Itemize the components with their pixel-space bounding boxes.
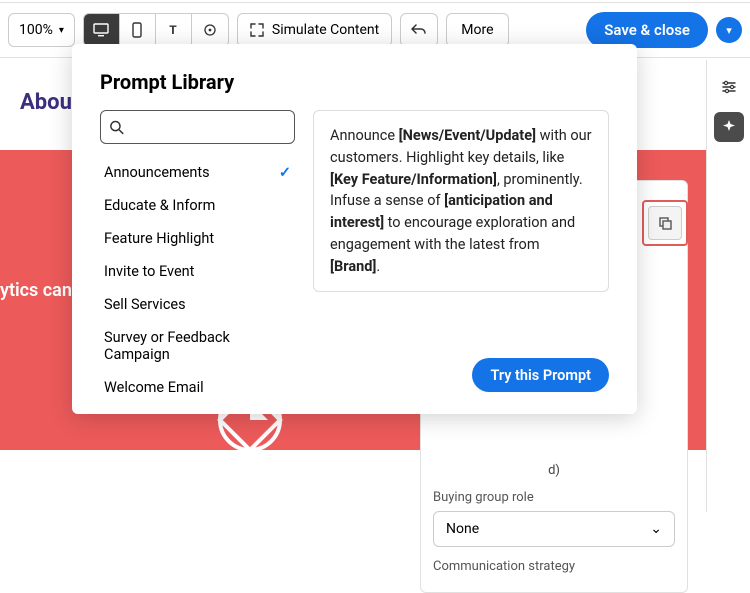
expand-icon — [250, 23, 264, 37]
undo-icon — [411, 23, 427, 37]
settings-rail-button[interactable] — [714, 72, 744, 102]
check-icon: ✓ — [279, 164, 291, 181]
prompt-preview: Announce [News/Event/Update] with our cu… — [313, 110, 609, 292]
chevron-down-icon: ▾ — [726, 24, 732, 37]
category-label: Welcome Email — [104, 379, 204, 392]
more-label: More — [461, 22, 493, 38]
target-icon — [203, 23, 217, 37]
category-label: Announcements — [104, 164, 210, 181]
more-button[interactable]: More — [446, 13, 508, 47]
mobile-icon — [132, 22, 142, 38]
search-icon — [109, 119, 124, 135]
search-input[interactable] — [124, 119, 286, 135]
category-label: Feature Highlight — [104, 230, 214, 247]
copy-icon — [657, 215, 673, 231]
select-value: None — [446, 521, 479, 537]
svg-text:T: T — [170, 23, 178, 37]
mobile-view-button[interactable] — [120, 13, 156, 47]
search-input-wrap[interactable] — [100, 110, 295, 144]
category-item-announcements[interactable]: Announcements ✓ — [100, 156, 295, 189]
prompt-library-modal: Prompt Library Announcements ✓ Educate &… — [72, 44, 637, 414]
simulate-label: Simulate Content — [272, 22, 379, 38]
category-list: Announcements ✓ Educate & Inform Feature… — [100, 156, 295, 392]
save-dropdown-button[interactable]: ▾ — [716, 17, 742, 43]
desktop-view-button[interactable] — [84, 13, 120, 47]
category-label: Educate & Inform — [104, 197, 215, 214]
simulate-content-button[interactable]: Simulate Content — [237, 13, 392, 47]
desktop-icon — [93, 23, 109, 37]
card-badge: d) — [433, 463, 675, 478]
zoom-dropdown[interactable]: 100% ▾ — [8, 13, 75, 47]
device-switcher: T — [83, 13, 229, 47]
right-rail — [706, 60, 750, 512]
target-view-button[interactable] — [192, 13, 228, 47]
category-label: Invite to Event — [104, 263, 194, 280]
buying-group-select[interactable]: None ⌄ — [433, 511, 675, 547]
category-item-educate[interactable]: Educate & Inform — [100, 189, 295, 222]
buying-group-label: Buying group role — [433, 490, 675, 505]
sliders-icon — [720, 78, 738, 96]
save-close-button[interactable]: Save & close — [586, 12, 708, 48]
ai-rail-button[interactable] — [714, 112, 744, 142]
zoom-value: 100% — [19, 22, 53, 38]
category-item-sell[interactable]: Sell Services — [100, 288, 295, 321]
category-item-invite[interactable]: Invite to Event — [100, 255, 295, 288]
category-item-feature[interactable]: Feature Highlight — [100, 222, 295, 255]
try-prompt-button[interactable]: Try this Prompt — [472, 358, 609, 392]
category-item-welcome[interactable]: Welcome Email — [100, 371, 295, 392]
category-item-survey[interactable]: Survey or Feedback Campaign — [100, 321, 295, 371]
chevron-down-icon: ▾ — [59, 25, 64, 36]
save-group: Save & close ▾ — [586, 12, 742, 48]
communication-strategy-label: Communication strategy — [433, 559, 675, 574]
category-label: Survey or Feedback Campaign — [104, 329, 291, 363]
modal-title: Prompt Library — [100, 70, 609, 94]
copy-button[interactable] — [648, 206, 682, 240]
category-label: Sell Services — [104, 296, 186, 313]
floating-action-group — [642, 200, 688, 246]
undo-button[interactable] — [400, 13, 438, 47]
sparkle-icon — [721, 119, 737, 135]
chevron-down-icon: ⌄ — [650, 521, 662, 537]
text-icon: T — [166, 23, 180, 37]
text-view-button[interactable]: T — [156, 13, 192, 47]
